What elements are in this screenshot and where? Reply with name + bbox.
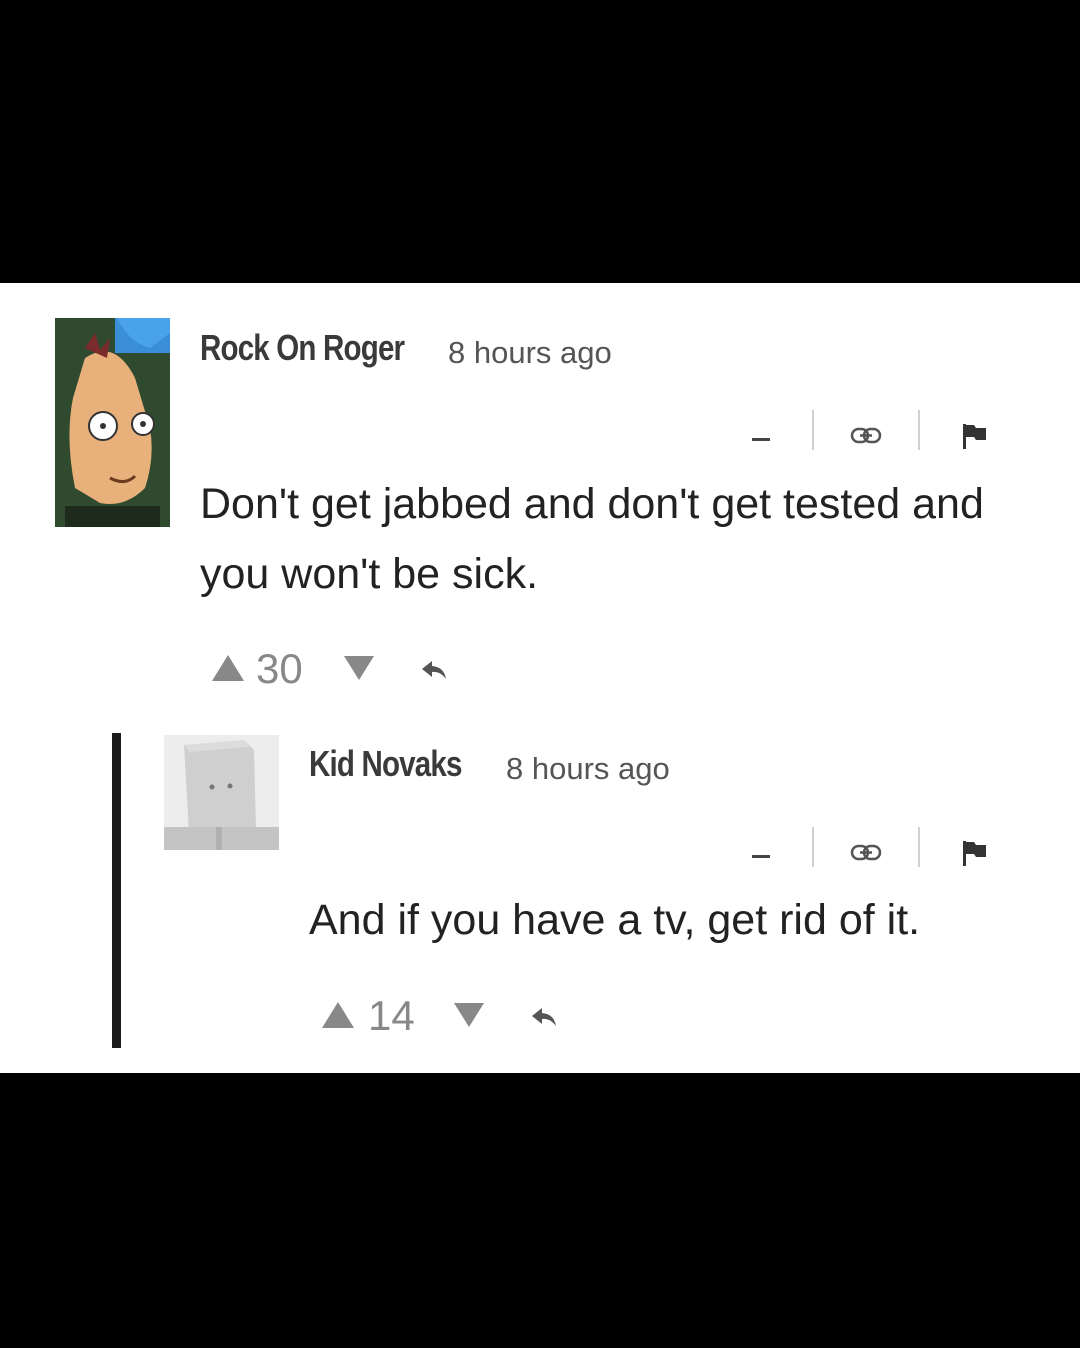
cartoon-character-avatar <box>55 318 170 527</box>
link-icon[interactable] <box>850 843 882 863</box>
comments-panel: Rock On Roger 8 hours ago Don't get jabb… <box>0 283 1080 1073</box>
avatar[interactable] <box>164 735 279 850</box>
divider <box>918 410 920 450</box>
comment: Rock On Roger 8 hours ago Don't get jabb… <box>0 283 1080 703</box>
flag-icon[interactable] <box>962 839 988 867</box>
flag-icon[interactable] <box>962 422 988 450</box>
timestamp[interactable]: 8 hours ago <box>506 751 670 787</box>
minus-icon[interactable] <box>752 855 770 858</box>
divider <box>812 827 814 867</box>
comment-body: And if you have a tv, get rid of it. <box>309 896 921 944</box>
author-name[interactable]: Rock On Roger <box>200 327 405 369</box>
vote-count: 14 <box>368 992 415 1039</box>
upvote-triangle-icon[interactable] <box>320 1000 356 1030</box>
paper-bag-head-avatar <box>164 735 279 850</box>
avatar[interactable] <box>55 318 170 527</box>
vote-controls: 14 <box>320 992 580 1042</box>
comment-actions <box>750 410 990 450</box>
comment-reply: Kid Novaks 8 hours ago And if you have a… <box>0 733 1080 1063</box>
comment-body: Don't get jabbed and don't get tested an… <box>200 480 984 598</box>
downvote-triangle-icon[interactable] <box>342 654 376 682</box>
divider <box>918 827 920 867</box>
reply-arrow-icon[interactable] <box>420 659 448 681</box>
downvote-triangle-icon[interactable] <box>452 1001 486 1029</box>
vote-count: 30 <box>256 645 303 692</box>
upvote-triangle-icon[interactable] <box>210 653 246 683</box>
reply-arrow-icon[interactable] <box>530 1006 558 1028</box>
vote-controls: 30 <box>210 645 470 695</box>
timestamp[interactable]: 8 hours ago <box>448 335 612 371</box>
divider <box>812 410 814 450</box>
comment-actions <box>750 827 990 867</box>
author-name[interactable]: Kid Novaks <box>309 743 462 785</box>
minus-icon[interactable] <box>752 438 770 441</box>
link-icon[interactable] <box>850 426 882 446</box>
